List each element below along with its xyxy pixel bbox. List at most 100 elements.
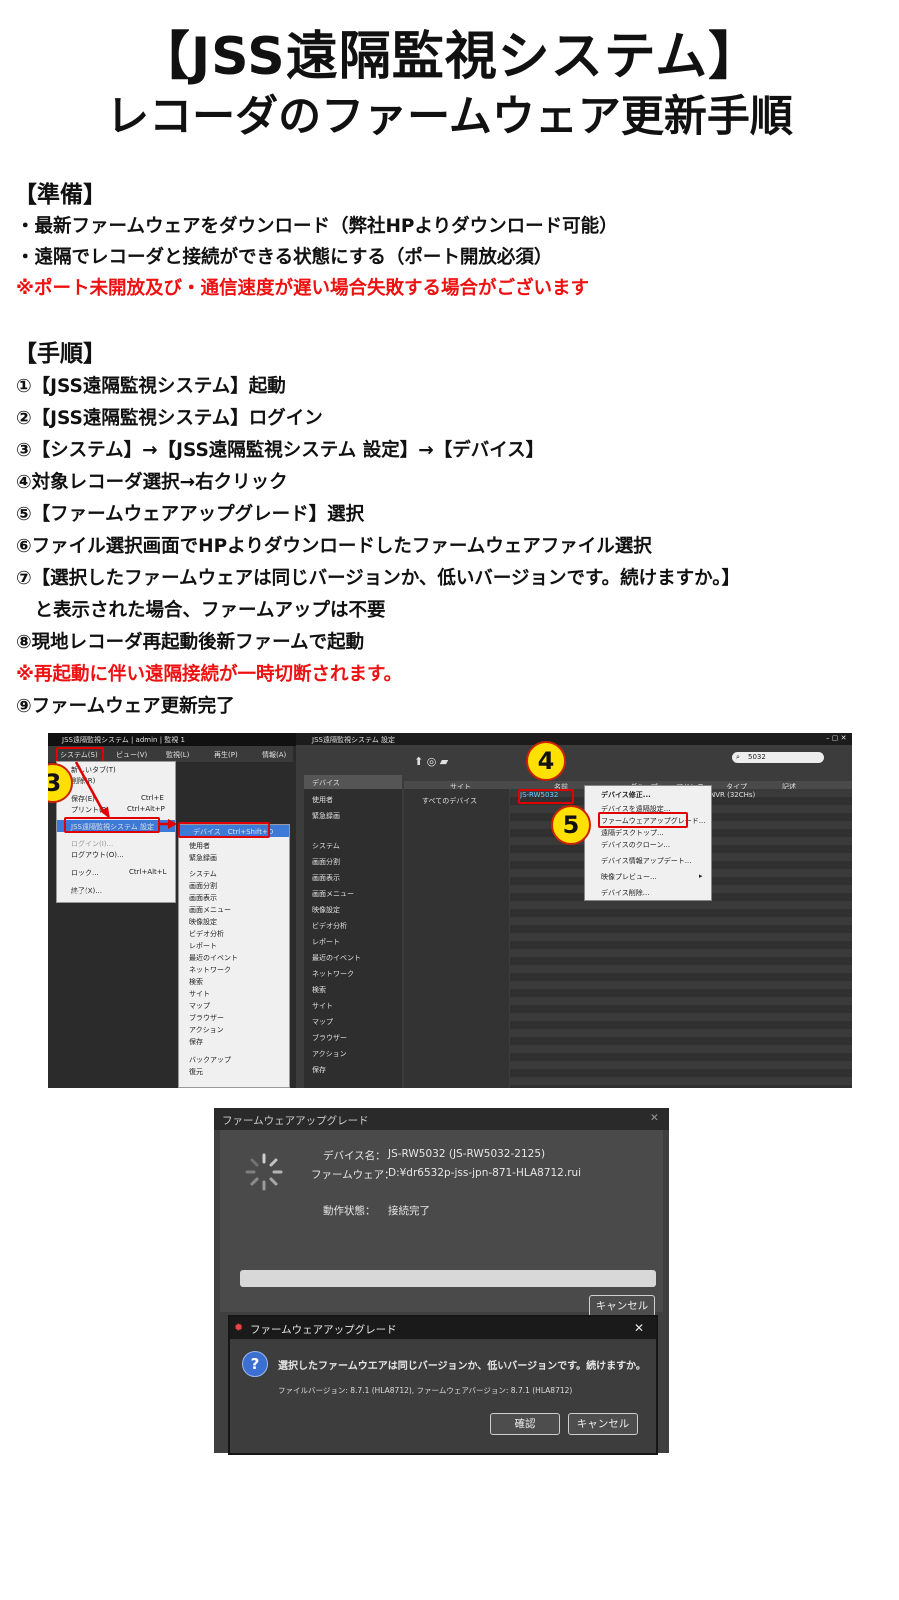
highlight-firmware-upgrade xyxy=(598,812,688,828)
submenu-item[interactable]: 検索 xyxy=(189,977,203,987)
submenu-item[interactable]: ブラウザー xyxy=(189,1013,224,1023)
screenshot-settings: JSS遠隔監視システム | admin | 監視 1 システム(S) ビュー(V… xyxy=(48,733,852,1088)
settings-nav: デバイス 使用者 緊急録画 システム 画面分割 画面表示 画面メニュー 映像設定… xyxy=(304,775,402,1088)
submenu-item[interactable]: システム xyxy=(189,869,217,879)
steps-warning: ※再起動に伴い遠隔接続が一時切断されます。 xyxy=(16,664,403,685)
nav-item[interactable]: ネットワーク xyxy=(312,969,354,979)
submenu-item[interactable]: ネットワーク xyxy=(189,965,231,975)
nav-item[interactable]: マップ xyxy=(312,1017,333,1027)
version-confirm-dialog: ✹ ファームウェアアップグレード ✕ ? 選択したファームウエアは同じバージョン… xyxy=(228,1315,658,1455)
ctx-item[interactable]: デバイス修正... xyxy=(601,790,651,800)
firmware-label: ファームウェア： xyxy=(311,1169,395,1181)
menu-lock[interactable]: ロック... xyxy=(71,868,99,878)
ctx-item[interactable]: デバイスのクローン... xyxy=(601,840,670,850)
nav-item[interactable]: 映像設定 xyxy=(312,905,340,915)
upgrade-titlebar: ファームウェアアップグレード ✕ xyxy=(214,1108,669,1130)
nav-item[interactable]: ビデオ分析 xyxy=(312,921,347,931)
submenu-item[interactable]: マップ xyxy=(189,1001,210,1011)
ctx-item[interactable]: 映像プレビュー... xyxy=(601,872,657,882)
close-icon[interactable]: ✕ xyxy=(634,1321,644,1335)
submenu-item[interactable]: 映像設定 xyxy=(189,917,217,927)
site-tree: すべてのデバイス xyxy=(404,789,509,1088)
close-icon[interactable]: ✕ xyxy=(650,1112,659,1124)
ctx-item[interactable]: 遠隔デスクトップ... xyxy=(601,828,664,838)
dialog-message: 選択したファームウエアは同じバージョンか、低いバージョンです。続けますか。 xyxy=(278,1361,646,1372)
submenu-item[interactable]: アクション xyxy=(189,1025,224,1035)
nav-item[interactable]: 緊急録画 xyxy=(312,811,340,821)
device-search-input[interactable]: ⌕ 5032 xyxy=(732,752,824,763)
submenu-item[interactable]: 画面メニュー xyxy=(189,905,231,915)
nav-item[interactable]: 画面メニュー xyxy=(312,889,354,899)
nav-item[interactable]: 保存 xyxy=(312,1065,326,1075)
nav-item[interactable]: 使用者 xyxy=(312,795,333,805)
dialog-title: ファームウェアアップグレード xyxy=(250,1324,397,1336)
window-controls-icon[interactable]: – ▢ ✕ xyxy=(826,734,846,742)
nav-item-device[interactable]: デバイス xyxy=(312,778,340,788)
submenu-item[interactable]: 緊急録画 xyxy=(189,853,217,863)
firmware-value: D:¥dr6532p-jss-jpn-871-HLA8712.rui xyxy=(388,1167,582,1179)
chevron-right-icon: ▸ xyxy=(699,872,703,880)
nav-item[interactable]: レポート xyxy=(312,937,340,947)
device-name-value: JS-RW5032 (JS-RW5032-2125) xyxy=(388,1148,546,1160)
step-item: ⑨ファームウェア更新完了 xyxy=(16,696,235,717)
submenu-item[interactable]: サイト xyxy=(189,989,210,999)
nav-device-header[interactable]: デバイス xyxy=(304,775,402,789)
arrow-system-to-settings xyxy=(74,761,106,814)
nav-item[interactable]: 最近のイベント xyxy=(312,953,361,963)
ctx-item[interactable]: デバイス情報アップデート... xyxy=(601,856,691,866)
submenu-item[interactable]: 最近のイベント xyxy=(189,953,238,963)
settings-window: JSS遠隔監視システム 設定 – ▢ ✕ ⬆ ◎ ▰ ⌕ 5032 デバイス 使… xyxy=(296,733,852,1088)
hdd-label: HDP xyxy=(72,889,87,897)
toolbar-icons[interactable]: ⬆ ◎ ▰ xyxy=(414,755,448,768)
nav-item[interactable]: ブラウザー xyxy=(312,1033,347,1043)
cancel-button[interactable]: キャンセル xyxy=(589,1295,655,1317)
settings-titlebar: JSS遠隔監視システム 設定 – ▢ ✕ xyxy=(296,733,852,745)
nav-item[interactable]: システム xyxy=(312,841,340,851)
device-name-label: デバイス名： xyxy=(323,1150,386,1162)
device-row-type: NVR (32CHs) xyxy=(710,791,756,799)
dialog-version-info: ファイルバージョン: 8.7.1 (HLA8712), ファームウェアバージョン… xyxy=(278,1386,573,1395)
submenu-item[interactable]: ビデオ分析 xyxy=(189,929,224,939)
highlight-device-row xyxy=(518,789,574,804)
arrows-overlay xyxy=(74,761,177,829)
step-item: ⑥ファイル選択画面でHPよりダウンロードしたファームウェアファイル選択 xyxy=(16,536,652,557)
page-title: 【JSS遠隔監視システム】 xyxy=(137,27,762,87)
nav-item[interactable]: 検索 xyxy=(312,985,326,995)
steps-heading: 【手順】 xyxy=(14,341,106,367)
prep-item: ・最新ファームウェアをダウンロード（弊社HPよりダウンロード可能） xyxy=(16,216,618,237)
step-item: ④対象レコーダ選択→右クリック xyxy=(16,472,288,493)
prep-item: ・遠隔でレコーダと接続ができる状態にする（ポート開放必須） xyxy=(16,247,553,268)
settings-title: JSS遠隔監視システム 設定 xyxy=(312,736,395,744)
submenu-item[interactable]: バックアップ xyxy=(189,1055,231,1065)
status-label: 動作状態： xyxy=(323,1205,376,1217)
dialog-titlebar: ✹ ファームウェアアップグレード ✕ xyxy=(230,1317,656,1339)
dialog-cancel-button[interactable]: キャンセル xyxy=(568,1413,638,1435)
search-value: 5032 xyxy=(748,753,766,761)
submenu-item[interactable]: 画面分割 xyxy=(189,881,217,891)
nav-item[interactable]: 画面表示 xyxy=(312,873,340,883)
ctx-item[interactable]: デバイス削除... xyxy=(601,888,649,898)
status-value: 接続完了 xyxy=(388,1205,430,1217)
confirm-button[interactable]: 確認 xyxy=(490,1413,560,1435)
upgrade-body: デバイス名： JS-RW5032 (JS-RW5032-2125) ファームウェ… xyxy=(220,1130,663,1317)
question-icon: ? xyxy=(242,1351,268,1377)
nav-item[interactable]: サイト xyxy=(312,1001,333,1011)
step-item: ②【JSS遠隔監視システム】ログイン xyxy=(16,408,323,429)
submenu-item[interactable]: 保存 xyxy=(189,1037,203,1047)
submenu-item[interactable]: 画面表示 xyxy=(189,893,217,903)
arrow-head-icon xyxy=(168,819,177,829)
prep-warning: ※ポート未開放及び・通信速度が遅い場合失敗する場合がございます xyxy=(16,278,589,299)
nav-item[interactable]: アクション xyxy=(312,1049,347,1059)
submenu-item[interactable]: レポート xyxy=(189,941,217,951)
upgrade-title: ファームウェアアップグレード xyxy=(222,1115,369,1127)
search-icon: ⌕ xyxy=(736,753,740,761)
nav-item[interactable]: 画面分割 xyxy=(312,857,340,867)
step-badge-5: 5 xyxy=(551,805,591,845)
step-item: ③【システム】→【JSS遠隔監視システム 設定】→【デバイス】 xyxy=(16,440,545,461)
submenu-item[interactable]: 復元 xyxy=(189,1067,203,1077)
site-all-devices[interactable]: すべてのデバイス xyxy=(422,796,477,806)
step-item: ⑦【選択したファームウェアは同じバージョンか、低いバージョンです。続けますか。】 xyxy=(16,568,741,589)
device-context-menu: デバイス修正... デバイスを遠隔設定... ファームウェアアップグレード...… xyxy=(584,785,712,901)
step-item: ⑤【ファームウェアアップグレード】選択 xyxy=(16,504,365,525)
step-item: と表示された場合、ファームアップは不要 xyxy=(16,600,386,621)
